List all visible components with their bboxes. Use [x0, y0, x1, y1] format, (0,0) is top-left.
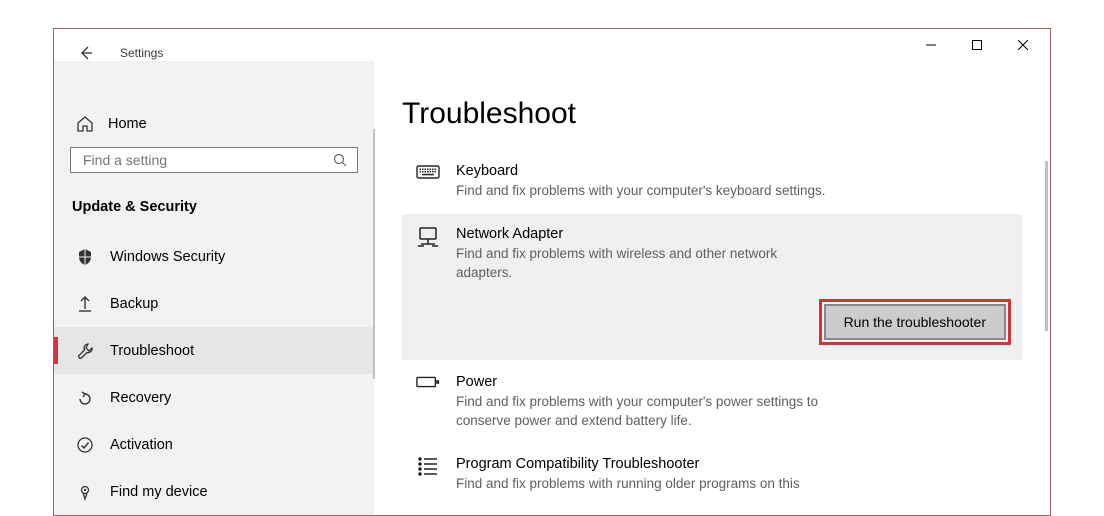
troubleshooter-title: Program Compatibility Troubleshooter — [456, 454, 836, 474]
troubleshooter-title: Keyboard — [456, 161, 836, 181]
search-icon — [333, 153, 347, 167]
troubleshooter-list: Keyboard Find and fix problems with your… — [402, 151, 1022, 505]
close-button[interactable] — [1000, 30, 1046, 60]
titlebar — [54, 29, 1050, 61]
settings-window: Settings Home — [53, 28, 1051, 516]
back-arrow-icon — [78, 45, 94, 61]
maximize-button[interactable] — [954, 30, 1000, 60]
nav-home[interactable]: Home — [70, 109, 358, 139]
troubleshooter-desc: Find and fix problems with your computer… — [456, 392, 836, 430]
search-box[interactable] — [70, 147, 358, 173]
minimize-button[interactable] — [908, 30, 954, 60]
troubleshooter-desc: Find and fix problems with wireless and … — [456, 244, 836, 282]
troubleshooter-desc: Find and fix problems with running older… — [456, 474, 836, 493]
troubleshooter-program-compatibility[interactable]: Program Compatibility Troubleshooter Fin… — [402, 444, 1022, 505]
titlebar-left: Settings — [74, 41, 163, 65]
sidebar-item-backup[interactable]: Backup — [54, 280, 374, 327]
sidebar-item-find-my-device[interactable]: Find my device — [54, 468, 374, 515]
page-title: Troubleshoot — [402, 97, 1022, 131]
list-icon — [417, 456, 439, 476]
keyboard-icon — [416, 163, 440, 181]
back-button[interactable] — [74, 41, 98, 65]
sidebar-item-label: Backup — [110, 296, 158, 312]
backup-icon — [76, 295, 94, 313]
check-circle-icon — [76, 436, 94, 454]
sidebar: Home Update & Security Windows Se — [54, 61, 374, 515]
sidebar-item-recovery[interactable]: Recovery — [54, 374, 374, 421]
sidebar-item-activation[interactable]: Activation — [54, 421, 374, 468]
sidebar-item-label: Troubleshoot — [110, 343, 194, 359]
wrench-icon — [76, 342, 94, 360]
network-adapter-icon — [416, 226, 440, 248]
shield-icon — [76, 248, 94, 266]
close-icon — [1018, 40, 1028, 50]
maximize-icon — [972, 40, 982, 50]
troubleshooter-desc: Find and fix problems with your computer… — [456, 181, 836, 200]
sidebar-item-label: Activation — [110, 437, 173, 453]
battery-icon — [416, 374, 440, 390]
sidebar-item-troubleshoot[interactable]: Troubleshoot — [54, 327, 374, 374]
sidebar-category: Update & Security — [70, 193, 358, 221]
nav-home-label: Home — [108, 116, 147, 132]
sidebar-nav-list: Windows Security Backup Troubleshoot — [54, 233, 374, 515]
recovery-icon — [76, 389, 94, 407]
window-controls — [908, 30, 1046, 60]
search-input[interactable] — [81, 151, 333, 169]
troubleshooter-title: Network Adapter — [456, 224, 836, 244]
run-troubleshooter-button[interactable]: Run the troubleshooter — [824, 304, 1006, 340]
troubleshooter-keyboard[interactable]: Keyboard Find and fix problems with your… — [402, 151, 1022, 212]
sidebar-item-label: Recovery — [110, 390, 171, 406]
app-title: Settings — [120, 46, 163, 60]
home-icon — [76, 115, 94, 133]
location-icon — [76, 483, 94, 501]
sidebar-item-label: Find my device — [110, 484, 208, 500]
troubleshooter-title: Power — [456, 372, 836, 392]
minimize-icon — [926, 40, 936, 50]
sidebar-item-label: Windows Security — [110, 249, 225, 265]
body: Home Update & Security Windows Se — [54, 61, 1050, 515]
troubleshooter-network-adapter[interactable]: Network Adapter Find and fix problems wi… — [402, 214, 1022, 360]
main-scrollbar[interactable] — [1045, 161, 1048, 331]
troubleshooter-power[interactable]: Power Find and fix problems with your co… — [402, 362, 1022, 442]
main-content: Troubleshoot Ke — [374, 61, 1050, 515]
sidebar-item-windows-security[interactable]: Windows Security — [54, 233, 374, 280]
